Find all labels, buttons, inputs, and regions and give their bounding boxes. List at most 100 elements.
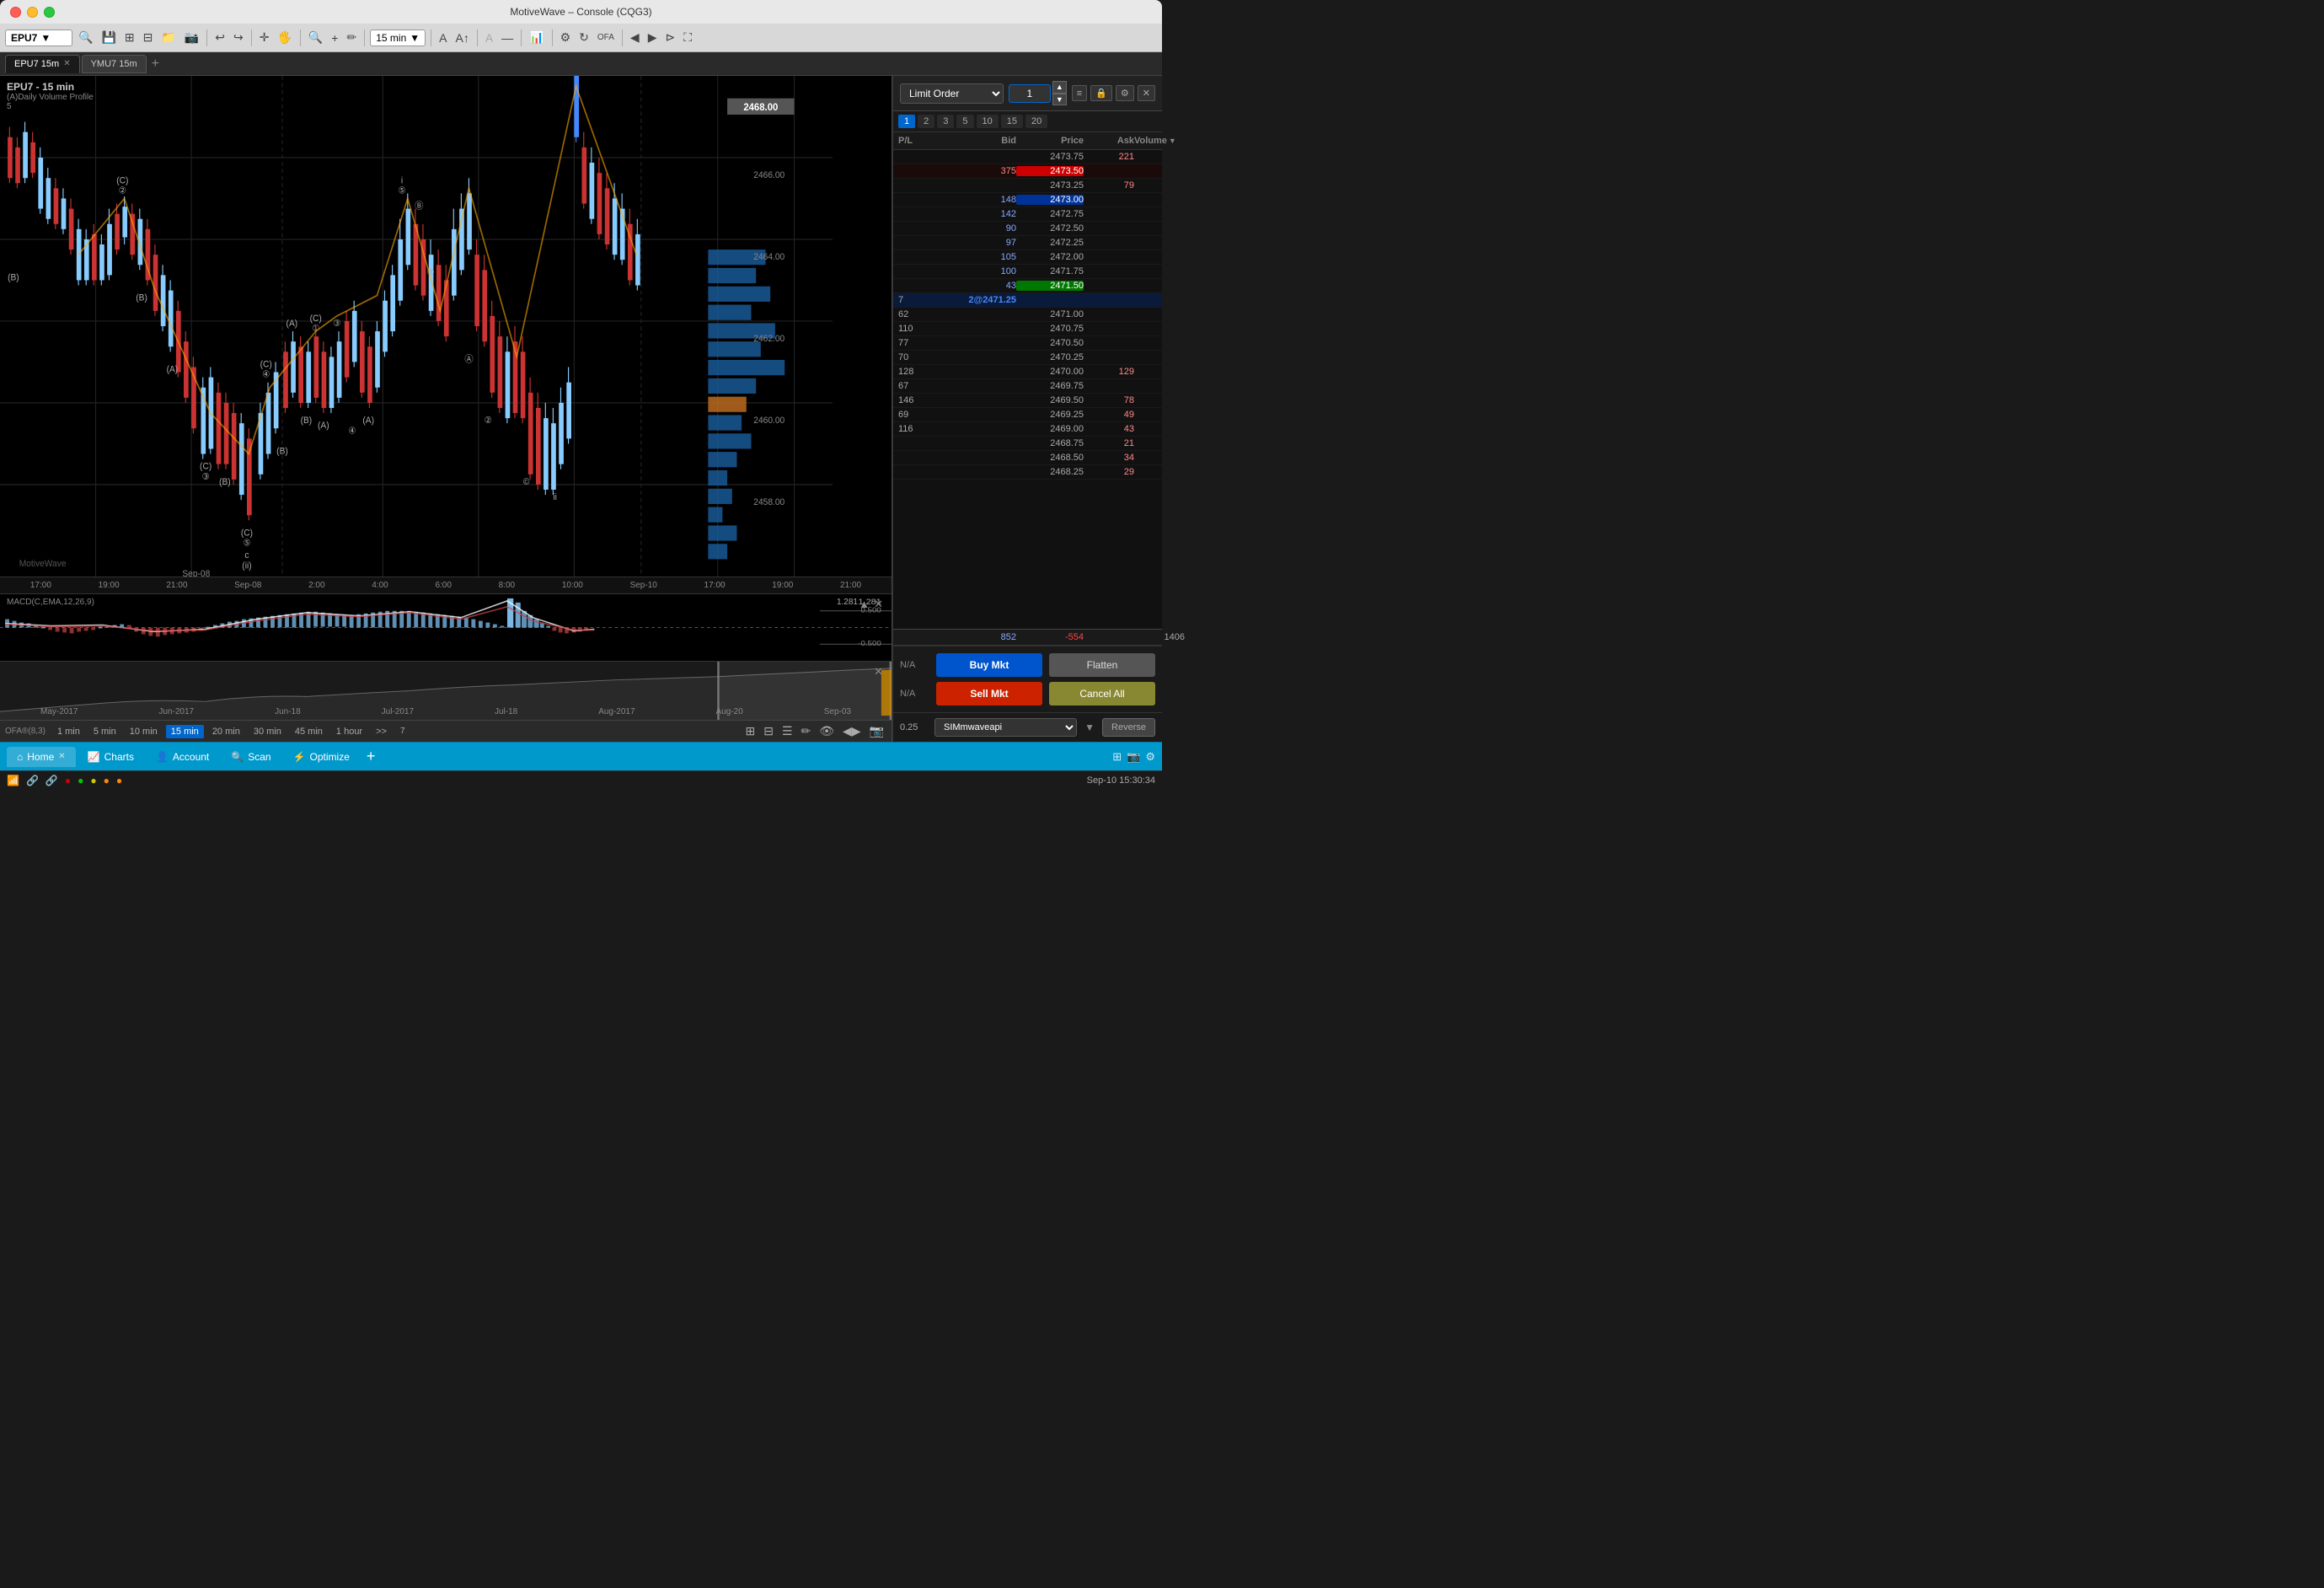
overview-close-button[interactable]: ✕ [870,665,886,679]
bottom-tab-account[interactable]: 👤 Account [146,747,219,767]
fullscreen-button[interactable]: ⛶ [681,29,694,46]
bottom-snapshot-button[interactable]: 📷 [1127,750,1140,764]
order-close-icon[interactable]: ✕ [1138,85,1155,101]
tf-10min-button[interactable]: 10 min [125,725,163,738]
tf-1min-button[interactable]: 1 min [52,725,85,738]
bottom-tab-scan[interactable]: 🔍 Scan [221,747,281,767]
redo-button[interactable]: ↪ [231,29,246,46]
order-type-select[interactable]: Limit Order Market Order Stop Order [900,83,1004,104]
search-button[interactable]: 🔍 [76,29,95,46]
overview-panel[interactable]: ✕ May-2017 Jun-2017 Jun-18 Jul-2017 Jul-… [0,661,892,720]
grid-button[interactable]: ⊞ [122,29,137,46]
line-style-button[interactable]: — [499,30,516,46]
bottom-tab-optimize[interactable]: ⚡ Optimize [283,747,360,767]
tf-1hour-button[interactable]: 1 hour [331,725,367,738]
tf-5min-button[interactable]: 5 min [88,725,121,738]
table-row[interactable]: 62 2471.00 1318 [893,308,1162,322]
table-row[interactable]: 97 2472.25 233 [893,236,1162,250]
undo-button[interactable]: ↩ [212,29,228,46]
color-button[interactable]: A [483,30,495,46]
order-config-icon[interactable]: ⚙ [1116,85,1134,101]
table-row[interactable]: 2468.50 34 [893,451,1162,465]
tf-15min-button[interactable]: 15 min [166,725,204,738]
num-tab-1[interactable]: 1 [898,115,915,128]
layout-button[interactable]: ⊟ [141,29,156,46]
tf-more-button[interactable]: >> [371,725,392,738]
symbol-selector[interactable]: EPU7 ▼ [5,30,72,46]
pointer-button[interactable]: 🖐 [275,29,294,46]
num-tab-5[interactable]: 5 [956,115,973,128]
macd-close-button[interactable]: ✕ [870,598,886,611]
font-size-up-button[interactable]: A↑ [452,30,471,46]
table-row[interactable]: 69 2469.25 49 [893,408,1162,422]
num-tab-2[interactable]: 2 [918,115,934,128]
table-row[interactable]: 7 2@2471.25 1363 [893,293,1162,308]
camera-button[interactable]: 📷 [182,29,201,46]
tf-45min-button[interactable]: 45 min [290,725,328,738]
table-row[interactable]: 146 2469.50 78 [893,394,1162,408]
bottom-tab-home[interactable]: ⌂ Home ✕ [7,747,76,767]
flatten-button[interactable]: Flatten [1049,653,1155,677]
reverse-button[interactable]: Reverse [1102,718,1155,737]
folder-button[interactable]: 📁 [158,29,178,46]
settings-button[interactable]: ⚙ [558,29,574,46]
chart-nav-button[interactable]: ◀▶ [840,722,864,740]
nav-forward-button[interactable]: ▶ [645,29,660,46]
chart-camera2-button[interactable]: 📷 [867,722,886,740]
bottom-tab-charts[interactable]: 📈 Charts [78,747,144,767]
tab-epu7-close[interactable]: ✕ [63,59,70,68]
table-row[interactable]: 2468.75 21 [893,437,1162,451]
bar-chart-button[interactable]: 📊 [527,29,546,46]
main-chart[interactable]: EPU7 - 15 min (A)Daily Volume Profile 5 [0,76,892,577]
num-tab-10[interactable]: 10 [977,115,999,128]
zoom-out-button[interactable]: 🔍 [306,29,325,46]
tab-ymu7[interactable]: YMU7 15m [82,55,147,73]
tf-20min-button[interactable]: 20 min [207,725,245,738]
tf-30min-button[interactable]: 30 min [249,725,286,738]
num-tab-15[interactable]: 15 [1001,115,1023,128]
table-row[interactable]: 77 2470.50 625 [893,336,1162,351]
nav-back-button[interactable]: ◀ [628,29,642,46]
table-row[interactable]: 105 2472.00 421 [893,250,1162,265]
chart-layout-button[interactable]: ⊞ [742,722,758,740]
chart-grid-button[interactable]: ⊟ [761,722,776,740]
table-row[interactable]: 142 2472.75 245 [893,207,1162,222]
sell-market-button[interactable]: Sell Mkt [936,682,1042,705]
bottom-tab-home-close[interactable]: ✕ [58,752,65,761]
num-tab-3[interactable]: 3 [937,115,954,128]
qty-down-button[interactable]: ▼ [1052,94,1067,106]
draw-button[interactable]: ✏ [344,29,359,46]
table-row[interactable]: 67 2469.75 132 [893,379,1162,394]
chart-eye-button[interactable]: 👁 [817,722,837,740]
account-dropdown-icon[interactable]: ▼ [1082,720,1097,735]
table-row[interactable]: 2473.75 221 [893,150,1162,164]
tf-7-button[interactable]: 7 [395,725,410,738]
refresh-button[interactable]: ↻ [576,29,592,46]
bottom-settings-button[interactable]: ⚙ [1145,750,1155,764]
table-row[interactable]: 43 2471.50 1058 [893,279,1162,293]
table-row[interactable]: 2468.25 29 [893,465,1162,480]
table-row[interactable]: 100 2471.75 548 [893,265,1162,279]
table-row[interactable]: 375 2473.50 [893,164,1162,179]
quantity-input[interactable] [1009,84,1051,103]
qty-up-button[interactable]: ▲ [1052,81,1067,94]
table-row[interactable]: 90 2472.50 275 [893,222,1162,236]
cancel-all-button[interactable]: Cancel All [1049,682,1155,705]
zoom-in-button[interactable]: + [329,30,340,46]
account-select[interactable]: SIMmwaveapi [934,718,1077,737]
crosshair-button[interactable]: ✛ [257,29,272,46]
chart-draw-button[interactable]: ✏ [799,722,814,740]
order-settings-icon[interactable]: ≡ [1072,85,1087,101]
font-size-button[interactable]: A [436,30,449,46]
add-bottom-tab-button[interactable]: + [361,748,381,765]
add-chart-tab-button[interactable]: + [148,56,163,72]
table-row[interactable]: 70 2470.25 469 [893,351,1162,365]
timeframe-selector[interactable]: 15 min ▼ [370,30,426,46]
order-book[interactable]: 2473.75 221 375 2473.50 2473.25 79 [893,150,1162,629]
order-lock-icon[interactable]: 🔒 [1090,85,1112,101]
minimize-button[interactable] [27,7,38,18]
table-row[interactable]: 2473.25 79 [893,179,1162,193]
nav-end-button[interactable]: ⊳ [662,29,677,46]
table-row[interactable]: 148 2473.00 137 [893,193,1162,207]
ofa-button[interactable]: OFA [595,31,617,44]
